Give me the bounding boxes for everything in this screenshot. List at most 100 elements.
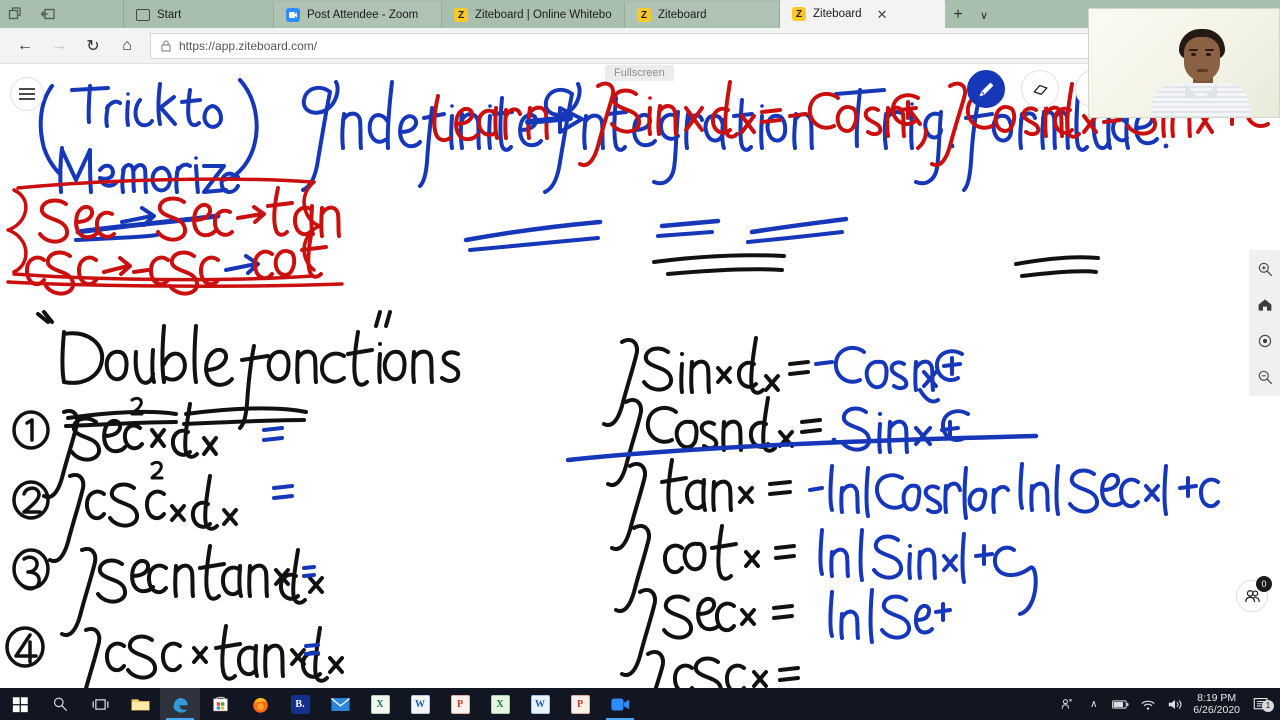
start-button[interactable] (0, 688, 40, 720)
handwritten-notes: .bk { fill:none; stroke:#111111; stroke-… (5, 78, 1274, 688)
search-icon (53, 697, 67, 711)
microsoft-store-button[interactable] (200, 688, 240, 720)
notification-count-badge: 1 (1262, 699, 1274, 712)
zoom-in-icon[interactable] (1254, 258, 1276, 280)
tab-label: Ziteboard | Online Whitebo (475, 9, 612, 21)
excel-icon: X (490, 694, 510, 714)
publisher-button[interactable]: P (440, 688, 480, 720)
ziteboard-icon: Z (792, 7, 806, 21)
browser-window: Start Post Attendee - Zoom Z Ziteboard |… (0, 0, 1280, 720)
windows-taskbar: B. X W P X W P ∧ 8:19 PM 6/26/2020 1 (0, 688, 1280, 720)
presenter-collar-left (1185, 83, 1197, 97)
excel-green-button[interactable]: X (360, 688, 400, 720)
center-icon[interactable] (1254, 330, 1276, 352)
publisher-icon: P (450, 694, 470, 714)
presenter-brow-right (1205, 49, 1214, 51)
show-hidden-icons-button[interactable]: ∧ (1085, 699, 1102, 710)
file-explorer-button[interactable] (120, 688, 160, 720)
task-view-icon (92, 698, 108, 710)
participants-button[interactable]: 0 (1236, 576, 1272, 612)
refresh-button[interactable]: ↻ (76, 31, 110, 61)
window-controls (0, 0, 124, 28)
firefox-icon (252, 697, 268, 713)
presenter-eye-right (1206, 53, 1211, 56)
edge-icon (173, 697, 188, 713)
note-red-box (6, 177, 344, 296)
zoom-app-button[interactable] (600, 688, 640, 720)
powerpoint-button[interactable]: P (560, 688, 600, 720)
tab-ziteboard-online-whiteboard[interactable]: Z Ziteboard | Online Whitebo (442, 2, 625, 28)
tab-label: Post Attendee - Zoom (307, 9, 419, 21)
tab-start[interactable]: Start (124, 2, 274, 28)
clock[interactable]: 8:19 PM 6/26/2020 (1193, 692, 1240, 716)
wifi-icon[interactable] (1139, 698, 1156, 711)
search-button[interactable] (40, 688, 80, 720)
store-icon (212, 696, 228, 712)
start-icon (136, 9, 150, 21)
home-icon[interactable] (1254, 294, 1276, 316)
ziteboard-icon: Z (454, 8, 468, 22)
word-icon: W (530, 694, 550, 714)
chevron-down-icon[interactable]: ∨ (971, 2, 997, 28)
presenter-collar-right (1205, 83, 1217, 97)
whiteboard-canvas[interactable]: .bk { fill:none; stroke:#111111; stroke-… (0, 64, 1280, 688)
b-app-button[interactable]: B. (280, 688, 320, 720)
notifications-button[interactable]: 1 (1250, 697, 1274, 712)
presenter-video[interactable] (1088, 8, 1280, 118)
task-view-button[interactable] (80, 688, 120, 720)
presenter-brow-left (1189, 49, 1198, 51)
mail-icon (330, 697, 350, 711)
url-text: https://app.ziteboard.com/ (179, 38, 318, 53)
minimize-window-icon[interactable] (40, 6, 56, 22)
powerpoint-icon: P (570, 694, 590, 714)
note-double-functions (36, 310, 461, 430)
restore-window-icon[interactable] (8, 6, 24, 22)
system-tray: ∧ 8:19 PM 6/26/2020 1 (1058, 688, 1280, 720)
tab-post-attendee-zoom[interactable]: Post Attendee - Zoom (274, 2, 442, 28)
note-right-formulas (565, 336, 1220, 688)
ziteboard-icon: Z (637, 8, 651, 22)
battery-icon[interactable] (1112, 699, 1129, 710)
presenter-eye-left (1191, 53, 1196, 56)
menu-bar (19, 93, 35, 95)
edge-button[interactable] (160, 688, 200, 720)
word-doc-icon: W (410, 694, 430, 714)
fullscreen-tooltip: Fullscreen (605, 65, 674, 81)
participants-count-badge: 0 (1256, 576, 1272, 592)
zoom-icon (286, 8, 300, 22)
clock-time: 8:19 PM (1197, 692, 1237, 704)
tab-ziteboard-2[interactable]: Z Ziteboard (625, 2, 780, 28)
menu-bar (19, 88, 35, 90)
mail-button[interactable] (320, 688, 360, 720)
word-button[interactable]: W (520, 688, 560, 720)
tab-ziteboard-active[interactable]: Z Ziteboard ✕ (780, 0, 945, 28)
b-app-icon: B. (290, 694, 310, 714)
tab-label: Ziteboard (658, 9, 707, 21)
presenter-mouth (1197, 69, 1208, 72)
new-tab-button[interactable]: + (945, 2, 971, 28)
zoom-app-icon (610, 697, 629, 711)
address-bar[interactable]: https://app.ziteboard.com/ (150, 32, 1236, 59)
word-doc-button[interactable]: W (400, 688, 440, 720)
pen-tool[interactable] (967, 70, 1005, 108)
firefox-button[interactable] (240, 688, 280, 720)
eraser-tool[interactable] (1021, 70, 1059, 108)
zoom-out-icon[interactable] (1254, 366, 1276, 388)
volume-icon[interactable] (1166, 698, 1183, 711)
tab-label: Ziteboard (813, 8, 862, 20)
hamburger-menu[interactable] (10, 77, 44, 111)
menu-bar (19, 98, 35, 100)
back-button[interactable]: ← (8, 31, 42, 61)
folder-icon (130, 699, 150, 711)
note-left-list (5, 396, 344, 688)
pen-icon (979, 82, 993, 96)
home-button[interactable]: ⌂ (110, 31, 144, 61)
excel-sheet-icon: X (370, 694, 390, 714)
lock-icon (161, 40, 171, 51)
eraser-icon (1033, 84, 1047, 95)
close-icon[interactable]: ✕ (877, 8, 888, 21)
people-icon[interactable] (1058, 697, 1075, 711)
excel-button[interactable]: X (480, 688, 520, 720)
tab-label: Start (157, 9, 182, 21)
forward-button[interactable]: → (42, 31, 76, 61)
